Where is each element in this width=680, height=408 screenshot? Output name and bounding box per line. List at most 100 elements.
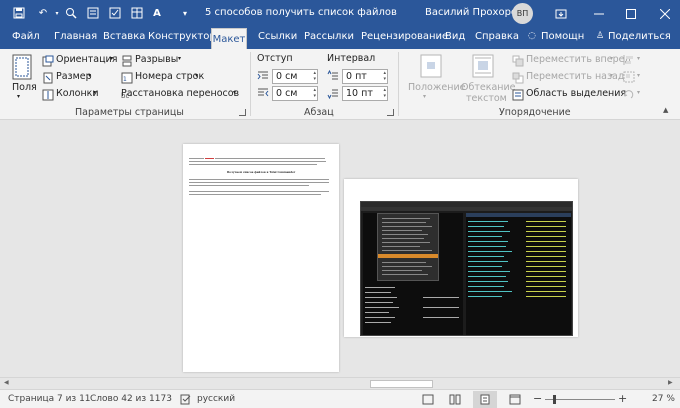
- zoom-out-button[interactable]: −: [533, 392, 542, 405]
- avatar[interactable]: ВП: [512, 3, 533, 24]
- orientation-button[interactable]: Ориентация: [56, 54, 117, 65]
- font-size-icon[interactable]: A: [150, 6, 164, 20]
- bring-forward-button[interactable]: Переместить вперед: [526, 54, 631, 65]
- indent-right-input[interactable]: 0 см ▴ ▾: [272, 86, 318, 101]
- proofing-icon[interactable]: [180, 394, 192, 405]
- chevron-down-icon[interactable]: ▾: [637, 72, 640, 79]
- minimize-icon[interactable]: [584, 0, 614, 27]
- wrap-text-icon[interactable]: [470, 53, 496, 79]
- breaks-button[interactable]: Разрывы: [135, 54, 178, 65]
- page-counter[interactable]: Страница 7 из 11: [8, 394, 91, 404]
- position-dropdown-icon[interactable]: ▾: [423, 93, 426, 100]
- tab-help[interactable]: Справка: [475, 31, 519, 42]
- wrap-text-button-line1[interactable]: Обтекание: [461, 82, 516, 93]
- folder-line: [468, 231, 510, 232]
- user-name[interactable]: Василий Прохоров: [425, 7, 523, 18]
- print-layout-icon[interactable]: [473, 391, 497, 408]
- size-button[interactable]: Размер: [56, 71, 92, 82]
- line-numbers-button[interactable]: Номера строк: [135, 71, 204, 82]
- tab-review[interactable]: Рецензирование: [361, 31, 448, 42]
- horizontal-scrollbar[interactable]: ◀ ▶: [0, 377, 680, 389]
- scroll-left-icon[interactable]: ◀: [4, 379, 9, 386]
- tab-insert[interactable]: Вставка: [103, 31, 145, 42]
- language[interactable]: русский: [197, 394, 235, 404]
- date-line: [526, 226, 566, 227]
- position-icon[interactable]: [418, 53, 444, 79]
- table-icon[interactable]: [130, 6, 144, 20]
- ribbon-display-options-icon[interactable]: [546, 0, 576, 27]
- close-icon[interactable]: [650, 0, 680, 27]
- save-icon[interactable]: [12, 6, 26, 20]
- lightbulb-icon[interactable]: ◌: [528, 31, 536, 41]
- maximize-icon[interactable]: [616, 0, 646, 27]
- document-title: 5 способов получить список файлов в папк…: [205, 7, 400, 18]
- spacing-before-input[interactable]: 0 пт ▴ ▾: [342, 69, 388, 84]
- tab-tell-me[interactable]: Помощн: [541, 31, 584, 42]
- share-button[interactable]: Поделиться: [608, 31, 671, 42]
- tab-mailings[interactable]: Рассылки: [304, 31, 354, 42]
- chevron-down-icon[interactable]: ▾: [88, 72, 91, 79]
- page-setup-launcher-icon[interactable]: [239, 109, 246, 116]
- chevron-down-icon[interactable]: ▾: [93, 89, 96, 96]
- menu-line: [382, 262, 426, 263]
- person-icon[interactable]: ♙: [596, 31, 604, 41]
- tab-design[interactable]: Конструктор: [148, 31, 216, 42]
- zoom-in-button[interactable]: +: [618, 392, 627, 405]
- collapse-ribbon-icon[interactable]: ▲: [663, 106, 668, 114]
- scroll-right-icon[interactable]: ▶: [668, 379, 673, 386]
- chevron-down-icon[interactable]: ▾: [195, 72, 198, 79]
- date-line: [526, 266, 566, 267]
- file-line: [365, 317, 395, 318]
- chevron-down-icon[interactable]: ▾: [233, 89, 236, 96]
- document-canvas[interactable]: Получаем список файлов в Total Commander: [0, 120, 680, 377]
- tab-layout[interactable]: Макет: [211, 28, 247, 50]
- scrollbar-thumb[interactable]: [370, 380, 433, 388]
- zoom-icon[interactable]: [64, 6, 78, 20]
- chevron-down-icon[interactable]: ▾: [178, 55, 181, 62]
- folder-line: [468, 266, 502, 267]
- indent-left-input[interactable]: 0 см ▴ ▾: [272, 69, 318, 84]
- tab-file[interactable]: Файл: [12, 31, 40, 42]
- menu-line: [382, 270, 422, 271]
- zoom-level[interactable]: 27 %: [652, 394, 675, 404]
- align-icon[interactable]: [623, 54, 635, 66]
- word-counter[interactable]: Слово 42 из 1173: [90, 394, 172, 404]
- undo-icon[interactable]: ↶: [36, 6, 50, 20]
- new-document-icon[interactable]: [86, 6, 100, 20]
- folder-line: [468, 276, 506, 277]
- columns-icon: [42, 89, 54, 101]
- selection-pane-button[interactable]: Область выделения: [526, 88, 626, 99]
- page-8[interactable]: [344, 179, 578, 337]
- zoom-slider-thumb[interactable]: [553, 395, 556, 404]
- chevron-down-icon[interactable]: ▾: [610, 72, 613, 79]
- spacing-after-input[interactable]: 10 пт ▴ ▾: [342, 86, 388, 101]
- tab-references[interactable]: Ссылки: [258, 31, 297, 42]
- margins-button[interactable]: Поля: [12, 82, 37, 93]
- checkbox-icon[interactable]: [108, 6, 122, 20]
- wrap-text-button-line2[interactable]: текстом: [466, 93, 507, 104]
- rotate-icon[interactable]: [623, 88, 635, 100]
- paragraph-launcher-icon[interactable]: [387, 109, 394, 116]
- read-mode-icon[interactable]: [449, 394, 461, 405]
- chevron-down-icon[interactable]: ▾: [610, 55, 613, 62]
- size-icon: [42, 72, 54, 84]
- page-7[interactable]: Получаем список файлов в Total Commander: [183, 144, 339, 372]
- chevron-down-icon[interactable]: ▾: [637, 55, 640, 62]
- position-button[interactable]: Положение: [408, 82, 465, 93]
- chevron-down-icon[interactable]: ▾: [637, 89, 640, 96]
- margins-icon[interactable]: [10, 53, 34, 81]
- web-layout-icon[interactable]: [509, 394, 521, 405]
- group-objects-icon[interactable]: [623, 71, 635, 83]
- margins-dropdown-icon[interactable]: ▾: [17, 93, 20, 100]
- customize-toolbar-icon[interactable]: ▾: [178, 6, 192, 20]
- tab-view[interactable]: Вид: [445, 31, 465, 42]
- menu-line: [382, 218, 430, 219]
- text-line: [215, 158, 325, 159]
- focus-mode-icon[interactable]: [422, 394, 434, 405]
- hyphenation-button[interactable]: Расстановка переносов: [121, 88, 239, 99]
- folder-line: [468, 251, 512, 252]
- undo-dropdown-icon[interactable]: ▾: [50, 6, 64, 20]
- screenshot-image[interactable]: [360, 201, 573, 336]
- tab-home[interactable]: Главная: [54, 31, 97, 42]
- chevron-down-icon[interactable]: ▾: [110, 55, 113, 62]
